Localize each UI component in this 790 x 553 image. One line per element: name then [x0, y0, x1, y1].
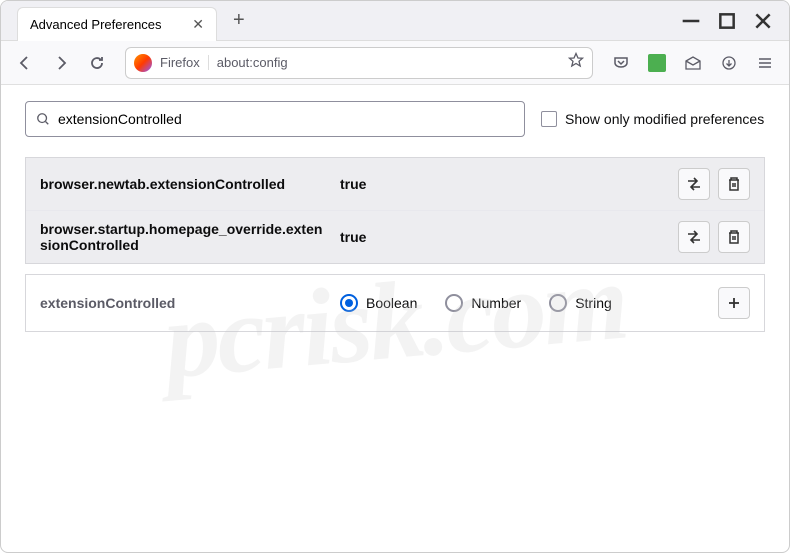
pref-row[interactable]: browser.newtab.extensionControlled true — [26, 158, 764, 211]
radio-string[interactable]: String — [549, 294, 612, 312]
radio-boolean[interactable]: Boolean — [340, 294, 417, 312]
maximize-button[interactable] — [717, 11, 737, 31]
downloads-icon[interactable] — [713, 47, 745, 79]
urlbar-context: Firefox — [160, 55, 209, 70]
search-input[interactable] — [58, 111, 514, 127]
pref-value: true — [340, 229, 678, 245]
show-modified-checkbox[interactable] — [541, 111, 557, 127]
delete-button[interactable] — [718, 168, 750, 200]
new-pref-row: extensionControlled Boolean Number Strin… — [25, 274, 765, 332]
search-icon — [36, 112, 50, 126]
close-window-button[interactable] — [753, 11, 773, 31]
close-tab-icon[interactable]: ✕ — [192, 16, 204, 33]
checkbox-text: Show only modified preferences — [565, 111, 764, 127]
reload-button[interactable] — [81, 47, 113, 79]
url-bar[interactable]: Firefox about:config — [125, 47, 593, 79]
preferences-table: browser.newtab.extensionControlled true … — [25, 157, 765, 264]
pref-name: browser.startup.homepage_override.extens… — [40, 221, 340, 253]
radio-icon — [549, 294, 567, 312]
extension-icon[interactable] — [641, 47, 673, 79]
pref-name: browser.newtab.extensionControlled — [40, 176, 340, 192]
new-tab-button[interactable]: + — [225, 5, 253, 36]
radio-icon — [445, 294, 463, 312]
forward-button[interactable] — [45, 47, 77, 79]
add-button[interactable] — [718, 287, 750, 319]
radio-number[interactable]: Number — [445, 294, 521, 312]
toggle-button[interactable] — [678, 168, 710, 200]
new-pref-name: extensionControlled — [40, 295, 340, 311]
pocket-icon[interactable] — [605, 47, 637, 79]
toggle-button[interactable] — [678, 221, 710, 253]
urlbar-text: about:config — [217, 55, 560, 70]
navigation-toolbar: Firefox about:config — [1, 41, 789, 85]
bookmark-star-icon[interactable] — [568, 52, 584, 73]
menu-button[interactable] — [749, 47, 781, 79]
delete-button[interactable] — [718, 221, 750, 253]
pref-value: true — [340, 176, 678, 192]
minimize-button[interactable] — [681, 11, 701, 31]
firefox-logo-icon — [134, 54, 152, 72]
account-icon[interactable] — [677, 47, 709, 79]
radio-icon — [340, 294, 358, 312]
tab-title: Advanced Preferences — [30, 17, 162, 32]
show-modified-checkbox-label[interactable]: Show only modified preferences — [541, 111, 764, 127]
titlebar: Advanced Preferences ✕ + — [1, 1, 789, 41]
browser-tab[interactable]: Advanced Preferences ✕ — [17, 7, 217, 41]
back-button[interactable] — [9, 47, 41, 79]
pref-row[interactable]: browser.startup.homepage_override.extens… — [26, 211, 764, 263]
search-box[interactable] — [25, 101, 525, 137]
type-radio-group: Boolean Number String — [340, 294, 718, 312]
